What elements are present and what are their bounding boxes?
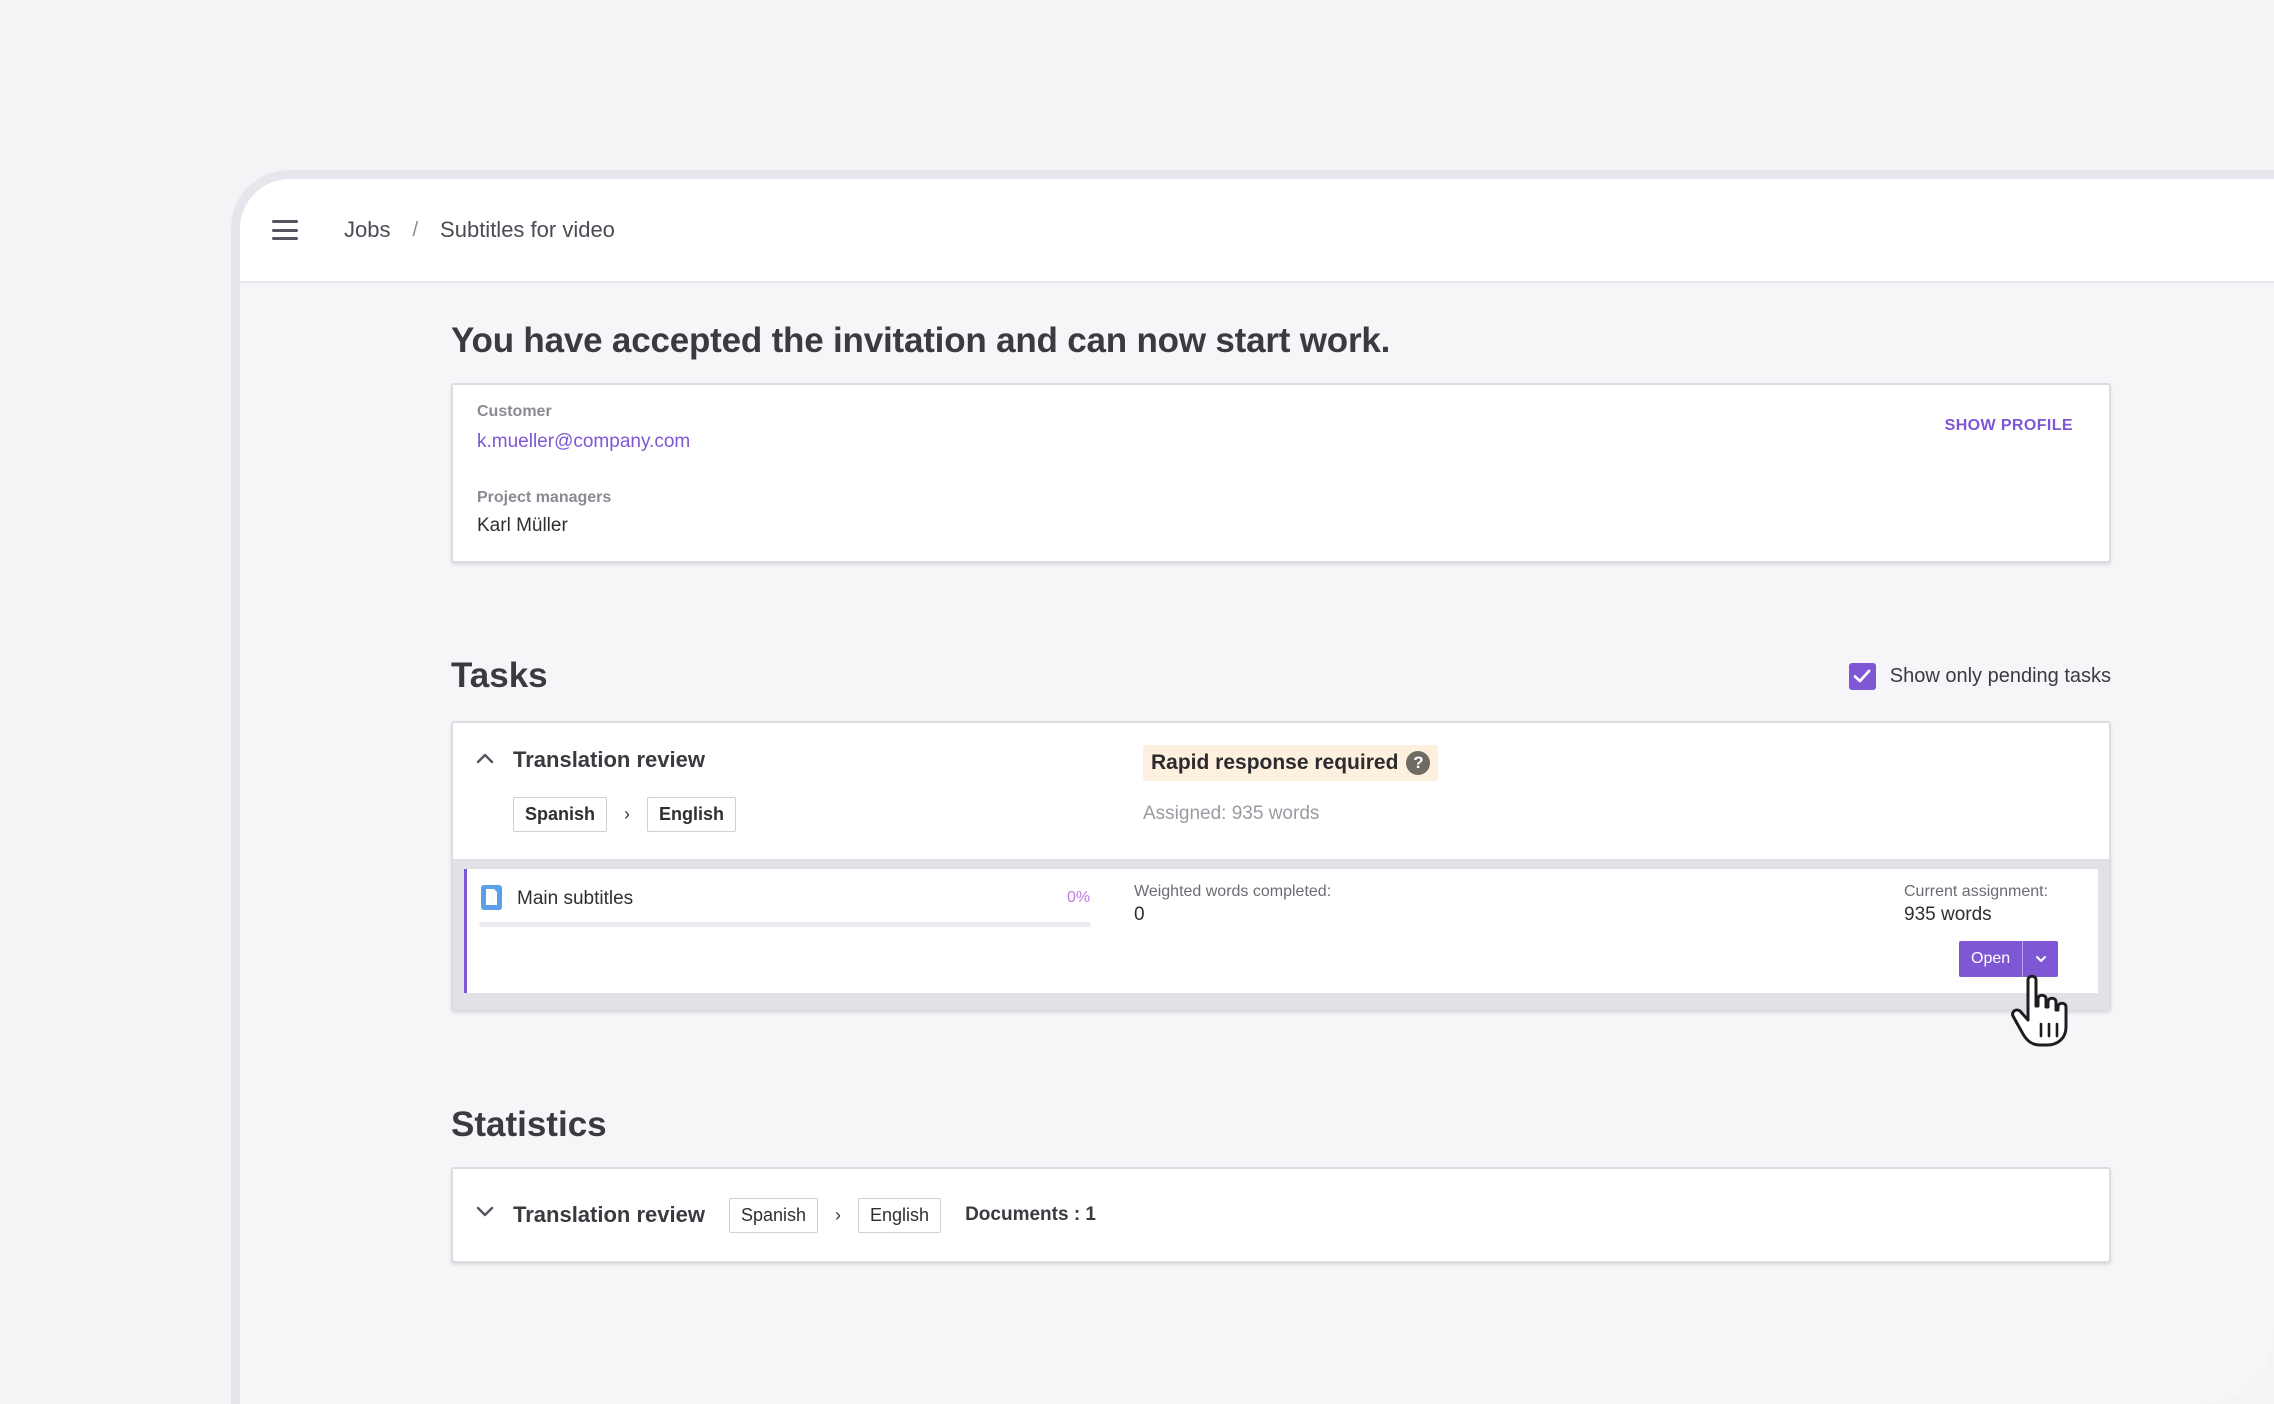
- checkmark-icon: [1853, 669, 1871, 683]
- pending-tasks-label: Show only pending tasks: [1889, 664, 2111, 687]
- open-button[interactable]: Open: [1959, 941, 2023, 977]
- open-split-button: Open: [1959, 941, 2059, 977]
- weighted-words-label: Weighted words completed:: [1134, 883, 1332, 900]
- question-icon[interactable]: ?: [1406, 751, 1431, 775]
- project-managers-label: Project managers: [477, 489, 612, 506]
- main-content: You have accepted the invitation and can…: [451, 321, 2111, 1263]
- source-language-tag: Spanish: [513, 797, 608, 832]
- customer-email-link[interactable]: k.mueller@company.com: [477, 431, 690, 453]
- statistics-title: Statistics: [451, 1105, 607, 1144]
- document-row: Main subtitles 0% Weighted words complet…: [464, 869, 2098, 993]
- pending-tasks-checkbox[interactable]: [1848, 662, 1876, 690]
- customer-card: Customer k.mueller@company.com Project m…: [451, 383, 2111, 563]
- rapid-response-label: Rapid response required: [1151, 751, 1399, 774]
- breadcrumb-current: Subtitles for video: [440, 217, 615, 242]
- task-documents: Main subtitles 0% Weighted words complet…: [453, 859, 2109, 1009]
- tasks-title: Tasks: [451, 656, 548, 695]
- app-window: Jobs / Subtitles for video You have acce…: [231, 170, 2274, 1404]
- chevron-up-icon[interactable]: [475, 751, 495, 765]
- desktop-background: Jobs / Subtitles for video You have acce…: [0, 0, 2274, 1404]
- breadcrumb-jobs-link[interactable]: Jobs: [344, 217, 390, 243]
- document-name-link[interactable]: Main subtitles: [517, 888, 633, 910]
- tasks-header: Tasks Show only pending tasks: [451, 653, 2111, 699]
- document-progress-bar: [479, 922, 1091, 927]
- caret-down-icon: [2035, 956, 2046, 962]
- document-progress-percent: 0%: [1067, 889, 1091, 906]
- show-profile-button[interactable]: SHOW PROFILE: [1945, 417, 2073, 435]
- current-assignment-value: 935 words: [1904, 904, 1992, 925]
- documents-count: Documents : 1: [965, 1204, 1096, 1225]
- target-language-tag: English: [647, 797, 737, 832]
- statistics-source-language-tag: Spanish: [728, 1197, 819, 1233]
- statistics-target-language-tag: English: [858, 1197, 942, 1233]
- pending-tasks-toggle[interactable]: Show only pending tasks: [1848, 662, 2111, 690]
- top-bar: Jobs / Subtitles for video: [240, 179, 2274, 283]
- task-card: Translation review Spanish › English Rap…: [451, 721, 2111, 1011]
- project-manager-name: Karl Müller: [477, 515, 568, 536]
- current-assignment-label: Current assignment:: [1904, 883, 2049, 900]
- menu-icon[interactable]: [272, 220, 298, 240]
- open-options-button[interactable]: [2022, 941, 2059, 977]
- task-language-pair: Spanish › English: [513, 797, 737, 832]
- statistics-card[interactable]: Translation review Spanish › English Doc…: [451, 1167, 2111, 1263]
- assigned-words: Assigned: 935 words: [1143, 803, 1320, 824]
- document-icon[interactable]: [481, 885, 502, 910]
- statistics-task-title: Translation review: [513, 1202, 705, 1227]
- rapid-response-badge: Rapid response required ?: [1143, 745, 1439, 781]
- customer-label: Customer: [477, 403, 552, 420]
- task-header: Translation review Spanish › English Rap…: [453, 723, 2109, 859]
- statistics-language-arrow-icon: ›: [835, 1204, 842, 1225]
- chevron-down-icon[interactable]: [475, 1205, 495, 1219]
- app-window-content: Jobs / Subtitles for video You have acce…: [240, 179, 2274, 1404]
- weighted-words-value: 0: [1134, 904, 1145, 925]
- page-title: You have accepted the invitation and can…: [451, 321, 1391, 360]
- language-arrow-icon: ›: [624, 804, 631, 824]
- task-title: Translation review: [513, 747, 705, 772]
- breadcrumb-separator: /: [412, 218, 419, 241]
